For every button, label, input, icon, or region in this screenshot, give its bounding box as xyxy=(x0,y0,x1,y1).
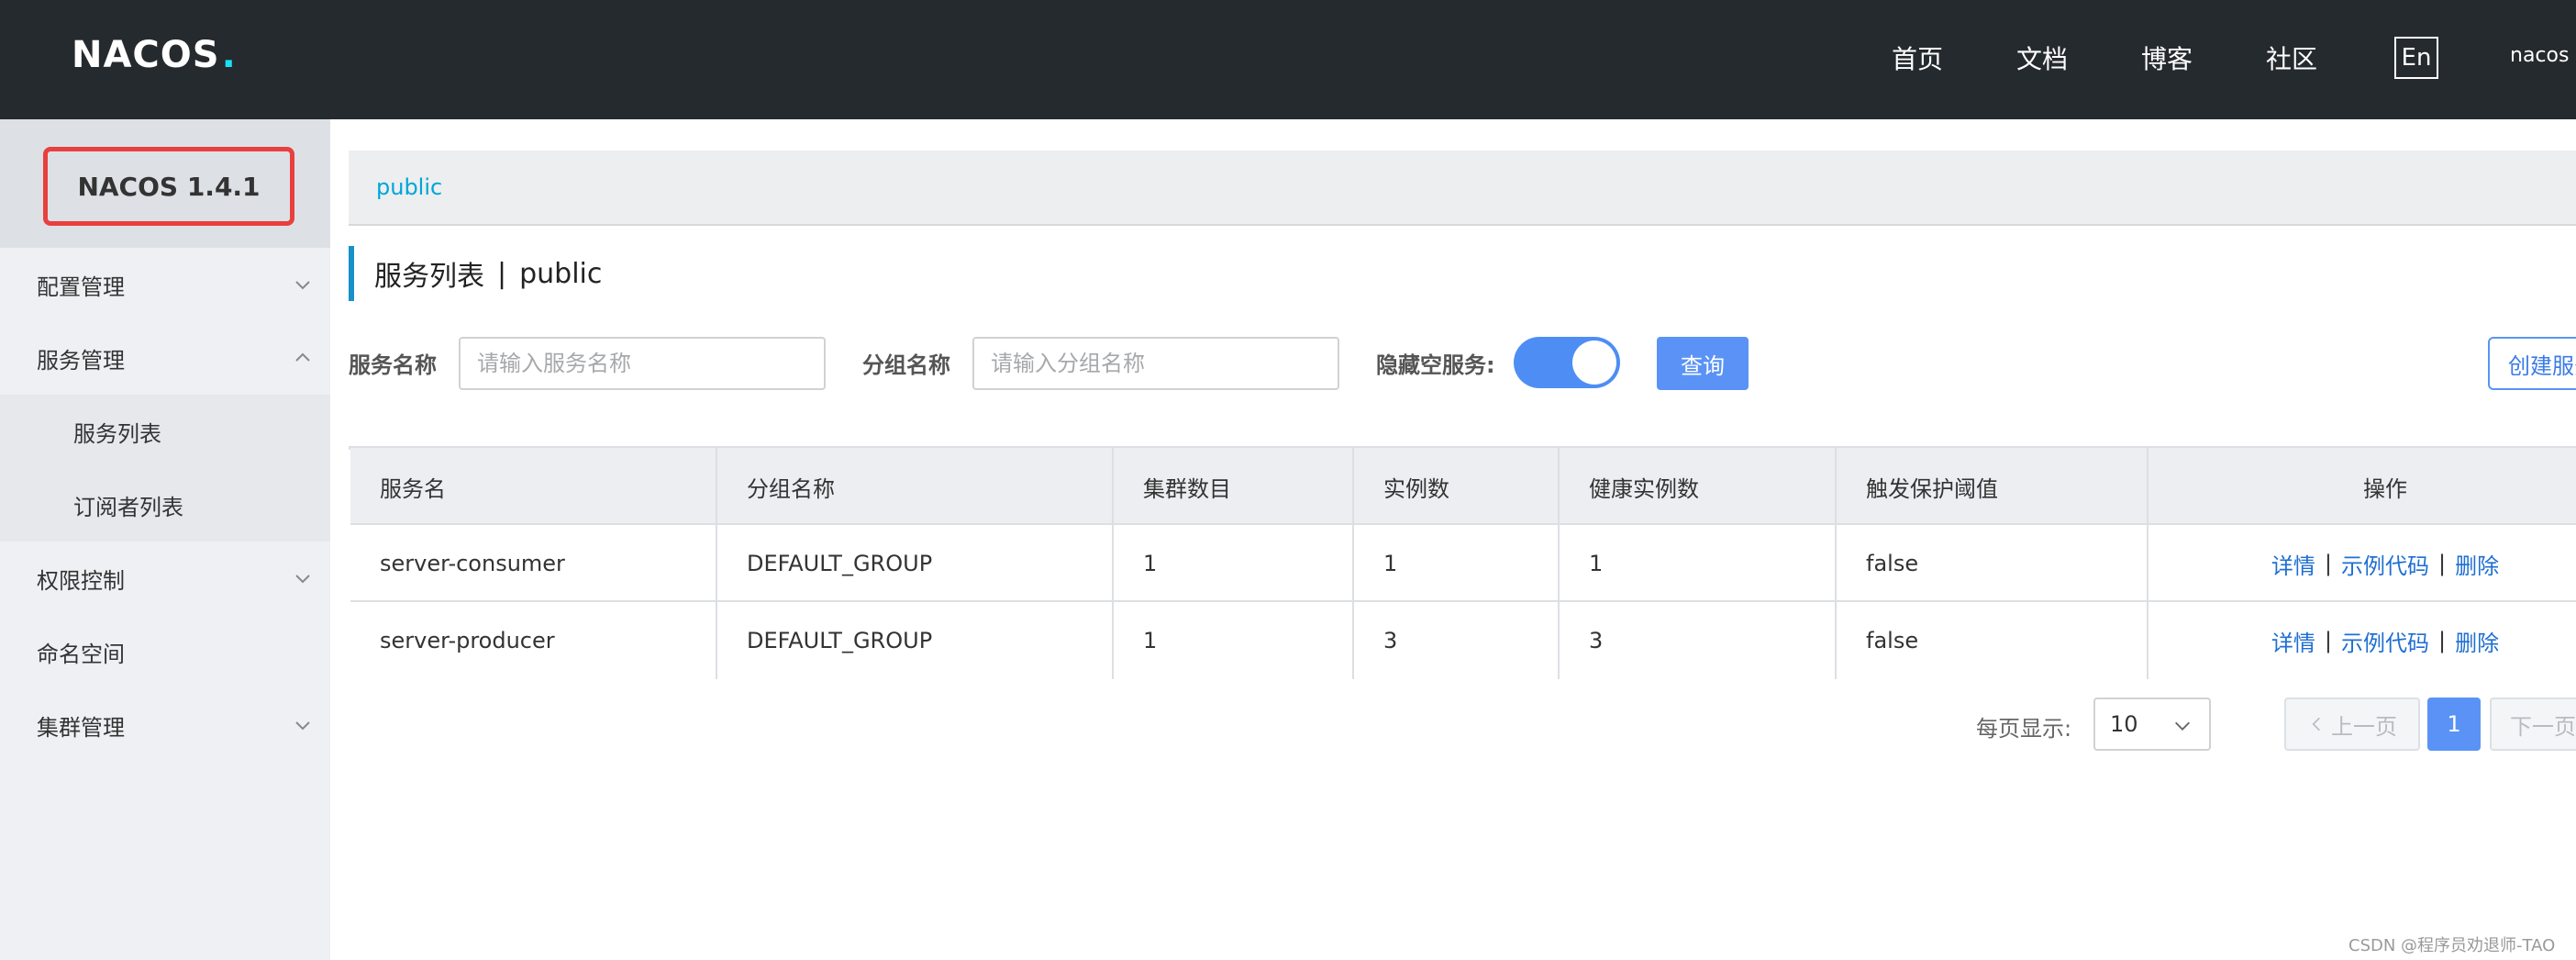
user-name[interactable]: nacos xyxy=(2510,44,2569,67)
namespace-link-public[interactable]: public xyxy=(376,174,442,200)
sidebar-item-subscriber-list[interactable]: 订阅者列表 xyxy=(0,468,330,541)
sidebar-item-service-list[interactable]: 服务列表 xyxy=(0,395,330,468)
page-title-namespace: public xyxy=(519,257,603,290)
detail-link[interactable]: 详情 xyxy=(2271,625,2315,657)
action-separator: | xyxy=(2324,628,2332,653)
column-header: 健康实例数 xyxy=(1560,448,1837,525)
column-header: 触发保护阈值 xyxy=(1837,448,2149,525)
cluster-count-cell: 1 xyxy=(1114,525,1354,602)
healthy-instance-cell: 3 xyxy=(1560,602,1837,679)
delete-link[interactable]: 删除 xyxy=(2455,625,2499,657)
page-number-button[interactable]: 1 xyxy=(2427,698,2481,751)
group-name-input[interactable] xyxy=(972,337,1339,390)
service-name-cell: server-producer xyxy=(350,602,717,679)
instance-count-cell: 3 xyxy=(1354,602,1560,679)
protect-threshold-cell: false xyxy=(1837,525,2149,602)
page-title: 服务列表 | public xyxy=(349,246,602,301)
hide-empty-toggle[interactable] xyxy=(1514,337,1620,388)
service-name-input[interactable] xyxy=(459,337,826,390)
action-separator: | xyxy=(2324,551,2332,576)
prev-page-label: 上一页 xyxy=(2331,713,2397,740)
query-button[interactable]: 查询 xyxy=(1657,337,1749,390)
action-separator: | xyxy=(2438,551,2447,576)
sidebar-item-label: 权限控制 xyxy=(37,567,125,594)
hide-empty-label: 隐藏空服务: xyxy=(1376,352,1495,378)
table-row: server-consumer DEFAULT_GROUP 1 1 1 fals… xyxy=(350,525,2576,602)
chevron-down-icon xyxy=(295,281,310,290)
sidebar-item-cluster-management[interactable]: 集群管理 xyxy=(0,688,330,762)
prev-page-button[interactable]: 上一页 xyxy=(2284,698,2420,751)
sidebar-item-label: 服务列表 xyxy=(73,420,161,447)
delete-link[interactable]: 删除 xyxy=(2455,548,2499,580)
sidebar-item-label: 集群管理 xyxy=(37,714,125,741)
service-name-label: 服务名称 xyxy=(349,352,437,378)
protect-threshold-cell: false xyxy=(1837,602,2149,679)
nav-docs[interactable]: 文档 xyxy=(2016,35,2068,81)
group-name-cell: DEFAULT_GROUP xyxy=(717,525,1114,602)
nav-blog[interactable]: 博客 xyxy=(2141,35,2193,81)
sidebar-item-label: 命名空间 xyxy=(37,641,125,667)
sample-code-link[interactable]: 示例代码 xyxy=(2341,625,2429,657)
instance-count-cell: 1 xyxy=(1354,525,1560,602)
service-table: 服务名 分组名称 集群数目 实例数 健康实例数 触发保护阈值 操作 server… xyxy=(349,446,2576,679)
cluster-count-cell: 1 xyxy=(1114,602,1354,679)
sidebar-item-service-management[interactable]: 服务管理 xyxy=(0,321,330,395)
group-name-cell: DEFAULT_GROUP xyxy=(717,602,1114,679)
table-header-row: 服务名 分组名称 集群数目 实例数 健康实例数 触发保护阈值 操作 xyxy=(350,448,2576,525)
sidebar-item-namespace[interactable]: 命名空间 xyxy=(0,615,330,688)
page-size-label: 每页显示: xyxy=(1976,716,2072,742)
nav-home[interactable]: 首页 xyxy=(1892,35,1943,81)
namespace-breadcrumb: public xyxy=(349,151,2576,226)
sample-code-link[interactable]: 示例代码 xyxy=(2341,548,2429,580)
version-label: NACOS 1.4.1 xyxy=(43,147,294,226)
logo-dot: . xyxy=(221,34,237,76)
page-title-separator: | xyxy=(497,257,507,290)
column-header: 集群数目 xyxy=(1114,448,1354,525)
chevron-down-icon xyxy=(2175,721,2190,731)
operations-cell: 详情 | 示例代码 | 删除 xyxy=(2149,602,2576,679)
nav-community-label[interactable]: 社区 xyxy=(2266,39,2317,76)
sidebar-item-label: 服务管理 xyxy=(37,347,125,374)
sidebar-item-config-management[interactable]: 配置管理 xyxy=(0,248,330,321)
column-header: 服务名 xyxy=(350,448,717,525)
healthy-instance-cell: 1 xyxy=(1560,525,1837,602)
group-name-label: 分组名称 xyxy=(862,352,950,378)
page-size-select[interactable]: 10 xyxy=(2093,698,2211,751)
page-title-text: 服务列表 xyxy=(374,261,484,293)
column-header: 操作 xyxy=(2363,475,2407,502)
nacos-logo[interactable]: NACOS. xyxy=(72,34,237,76)
nav-blog-label[interactable]: 博客 xyxy=(2141,39,2193,76)
logo-text: NACOS xyxy=(72,34,220,76)
sidebar-item-access-control[interactable]: 权限控制 xyxy=(0,541,330,615)
sidebar-item-label: 订阅者列表 xyxy=(73,494,183,520)
action-separator: | xyxy=(2438,628,2447,653)
next-page-button[interactable]: 下一页 xyxy=(2490,698,2576,751)
nav-home-label[interactable]: 首页 xyxy=(1892,39,1943,76)
column-header: 实例数 xyxy=(1354,448,1560,525)
service-name-cell: server-consumer xyxy=(350,525,717,602)
sidebar: NACOS 1.4.1 配置管理 服务管理 服务列表 订阅者列表 权限控制 命名… xyxy=(0,119,330,960)
chevron-down-icon xyxy=(295,575,310,584)
top-navbar: NACOS. 首页 文档 博客 社区 En nacos xyxy=(0,0,2576,119)
watermark: CSDN @程序员劝退师-TAO xyxy=(2348,936,2556,955)
chevron-down-icon xyxy=(295,721,310,731)
create-service-button[interactable]: 创建服务 xyxy=(2488,337,2576,390)
language-switch-button[interactable]: En xyxy=(2394,37,2438,79)
nav-community[interactable]: 社区 xyxy=(2266,35,2317,81)
detail-link[interactable]: 详情 xyxy=(2271,548,2315,580)
operations-cell: 详情 | 示例代码 | 删除 xyxy=(2149,525,2576,602)
chevron-left-icon xyxy=(2312,717,2320,731)
sidebar-item-label: 配置管理 xyxy=(37,273,125,300)
page-size-value: 10 xyxy=(2110,711,2138,737)
chevron-up-icon xyxy=(295,352,310,362)
version-panel: NACOS 1.4.1 xyxy=(0,119,330,248)
nav-docs-label[interactable]: 文档 xyxy=(2016,39,2068,76)
toggle-knob xyxy=(1572,340,1616,385)
table-row: server-producer DEFAULT_GROUP 1 3 3 fals… xyxy=(350,602,2576,679)
column-header: 分组名称 xyxy=(717,448,1114,525)
